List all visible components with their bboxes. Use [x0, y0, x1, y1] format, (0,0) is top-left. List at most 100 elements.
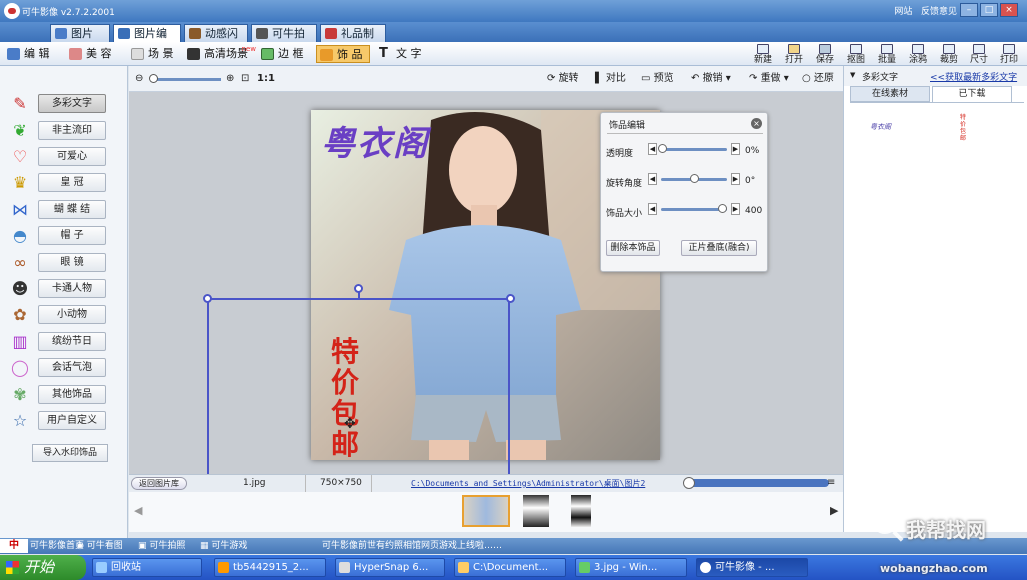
nav-games[interactable]: ▦ 可牛游戏 — [200, 538, 247, 554]
minimize-icon[interactable]: – — [960, 3, 978, 17]
category-speech-bubble[interactable]: ◯ 会话气泡 — [0, 357, 128, 379]
tab-animation[interactable]: 动感闪图 — [184, 24, 248, 57]
delete-decoration-button[interactable]: 删除本饰品 — [606, 240, 660, 256]
nav-camera[interactable]: ▣ 可牛拍照 — [138, 538, 185, 554]
rotation-increase[interactable]: ▶ — [731, 173, 740, 185]
tab-image-edit[interactable]: 图片编辑 — [113, 24, 181, 57]
size-slider-thumb[interactable] — [718, 204, 728, 213]
close-icon[interactable]: × — [1000, 3, 1018, 17]
thumb-prev-icon[interactable]: ◀ — [134, 504, 142, 517]
category-crown[interactable]: ♛ 皇 冠 — [0, 172, 128, 194]
tab-downloaded[interactable]: 已下载 — [932, 86, 1012, 102]
category-glasses[interactable]: ∞ 眼 镜 — [0, 252, 128, 274]
opacity-slider-thumb[interactable] — [658, 144, 668, 153]
task-explorer[interactable]: C:\Document... — [454, 558, 566, 577]
category-non-mainstream[interactable]: ❦ 非主流印 — [0, 120, 128, 142]
batch-button[interactable]: 批量 — [872, 44, 902, 66]
opacity-slider[interactable] — [661, 148, 727, 151]
import-watermark-button[interactable]: 导入水印饰品 — [32, 444, 108, 462]
task-browser[interactable]: tb5442915_2... — [214, 558, 326, 577]
thumb-menu-icon[interactable]: ≡ — [827, 477, 835, 488]
rotate-button[interactable]: ⟳ 旋转 — [547, 72, 579, 86]
rotation-decrease[interactable]: ◀ — [648, 173, 657, 185]
get-latest-link[interactable]: <<获取最新多彩文字 — [930, 70, 1017, 83]
resize-handle-top-right[interactable] — [506, 294, 515, 303]
rotation-slider-thumb[interactable] — [690, 174, 699, 183]
category-other[interactable]: ✾ 其他饰品 — [0, 384, 128, 406]
category-small-animal[interactable]: ✿ 小动物 — [0, 304, 128, 326]
thumbnail-3[interactable] — [571, 495, 591, 527]
zoom-in-icon[interactable]: ⊕ — [226, 72, 234, 86]
preview-button[interactable]: ▭ 预览 — [641, 72, 674, 86]
cutout-button[interactable]: 抠图 — [841, 44, 871, 66]
zoom-slider-thumb[interactable] — [149, 74, 158, 83]
thumbnail-1[interactable] — [462, 495, 510, 527]
task-keniu-image[interactable]: 可牛影像 - ... — [696, 558, 808, 577]
print-button[interactable]: 打印 — [994, 44, 1024, 66]
material-thumb-text-2[interactable]: 特价包邮 — [960, 114, 968, 142]
panel-close-icon[interactable]: × — [751, 118, 762, 129]
file-path-link[interactable]: C:\Documents and Settings\Administrator\… — [411, 478, 645, 489]
compare-button[interactable]: ▌ 对比 — [595, 72, 626, 86]
category-custom[interactable]: ☆ 用户自定义 — [0, 410, 128, 432]
save-button[interactable]: 保存 — [810, 44, 840, 66]
fit-icon[interactable]: ⊡ — [241, 72, 249, 86]
category-cute-heart[interactable]: ♡ 可爱心 — [0, 146, 128, 168]
website-link[interactable]: 网站 — [894, 7, 912, 17]
thumbnail-2[interactable] — [523, 495, 549, 527]
tab-camera[interactable]: 可牛拍照 — [251, 24, 317, 57]
tool-scene[interactable]: 场 景 — [128, 45, 180, 63]
category-holiday[interactable]: ▥ 缤纷节日 — [0, 331, 128, 353]
collapse-icon[interactable]: ▼ — [850, 71, 855, 79]
redo-button[interactable]: ↷ 重做 ▾ — [749, 72, 789, 86]
size-increase[interactable]: ▶ — [731, 203, 740, 215]
nav-viewer[interactable]: ◉ 可牛看图 — [76, 538, 123, 554]
open-button[interactable]: 打开 — [779, 44, 809, 66]
restore-button[interactable]: ○ 还原 — [802, 72, 834, 86]
resize-icon — [973, 44, 985, 54]
back-to-gallery-button[interactable]: 返回图片库 — [131, 477, 187, 490]
tool-beauty[interactable]: 美 容 — [66, 45, 118, 63]
thumb-scroll-thumb[interactable] — [683, 477, 695, 489]
doodle-button[interactable]: 涂鸦 — [903, 44, 933, 66]
zoom-slider[interactable] — [151, 78, 221, 81]
nav-message[interactable]: 可牛影像前世有约照相馆网页游戏上线啦…… — [322, 538, 502, 554]
task-hypersnap[interactable]: HyperSnap 6... — [335, 558, 445, 577]
tab-gift[interactable]: 礼品制作 — [320, 24, 386, 57]
selection-box[interactable] — [207, 298, 510, 474]
thumb-scrollbar[interactable] — [685, 479, 829, 487]
material-thumb-text-1[interactable]: 粤衣阁 — [870, 122, 891, 132]
actual-size-label[interactable]: 1:1 — [257, 72, 275, 86]
multiply-blend-button[interactable]: 正片叠底(融合) — [681, 240, 757, 256]
tab-online-materials[interactable]: 在线素材 — [850, 86, 930, 102]
category-bow[interactable]: ⋈ 蝴 蝶 结 — [0, 199, 128, 221]
tool-hd-scene[interactable]: 高清场景 new — [184, 45, 256, 63]
tool-border[interactable]: 边 框 — [258, 45, 310, 63]
task-recycle-bin[interactable]: 回收站 — [92, 558, 202, 577]
size-slider[interactable] — [661, 208, 727, 211]
opacity-increase[interactable]: ▶ — [731, 143, 740, 155]
ime-indicator[interactable]: 中 — [0, 539, 28, 553]
new-button[interactable]: 新建 — [748, 44, 778, 66]
undo-button[interactable]: ↶ 撤销 ▾ — [691, 72, 731, 86]
size-decrease[interactable]: ◀ — [648, 203, 657, 215]
category-cartoon[interactable]: ☻ 卡通人物 — [0, 278, 128, 300]
zoom-out-icon[interactable]: ⊖ — [135, 72, 143, 86]
opacity-decrease[interactable]: ◀ — [648, 143, 657, 155]
watermark-text-top[interactable]: 粤衣阁 — [321, 116, 429, 165]
feedback-link[interactable]: 反馈意见 — [921, 7, 957, 17]
maximize-icon[interactable]: □ — [980, 3, 998, 17]
category-hat[interactable]: ◓ 帽 子 — [0, 225, 128, 247]
resize-handle-top-left[interactable] — [203, 294, 212, 303]
category-colorful-text[interactable]: ✎ 多彩文字 — [0, 93, 128, 115]
thumb-next-icon[interactable]: ▶ — [830, 504, 838, 517]
task-image-viewer[interactable]: 3.jpg - Win... — [575, 558, 687, 577]
cartoon-icon: ☻ — [11, 279, 29, 298]
crop-button[interactable]: 裁剪 — [934, 44, 964, 66]
tool-decoration[interactable]: 饰 品 — [316, 45, 370, 63]
resize-button[interactable]: 尺寸 — [964, 44, 994, 66]
tool-text[interactable]: T文 字 — [376, 45, 428, 63]
start-button[interactable]: 开始 — [0, 555, 86, 580]
tool-edit[interactable]: 编 辑 — [4, 45, 56, 63]
tab-gallery[interactable]: 图片库 — [50, 24, 110, 57]
